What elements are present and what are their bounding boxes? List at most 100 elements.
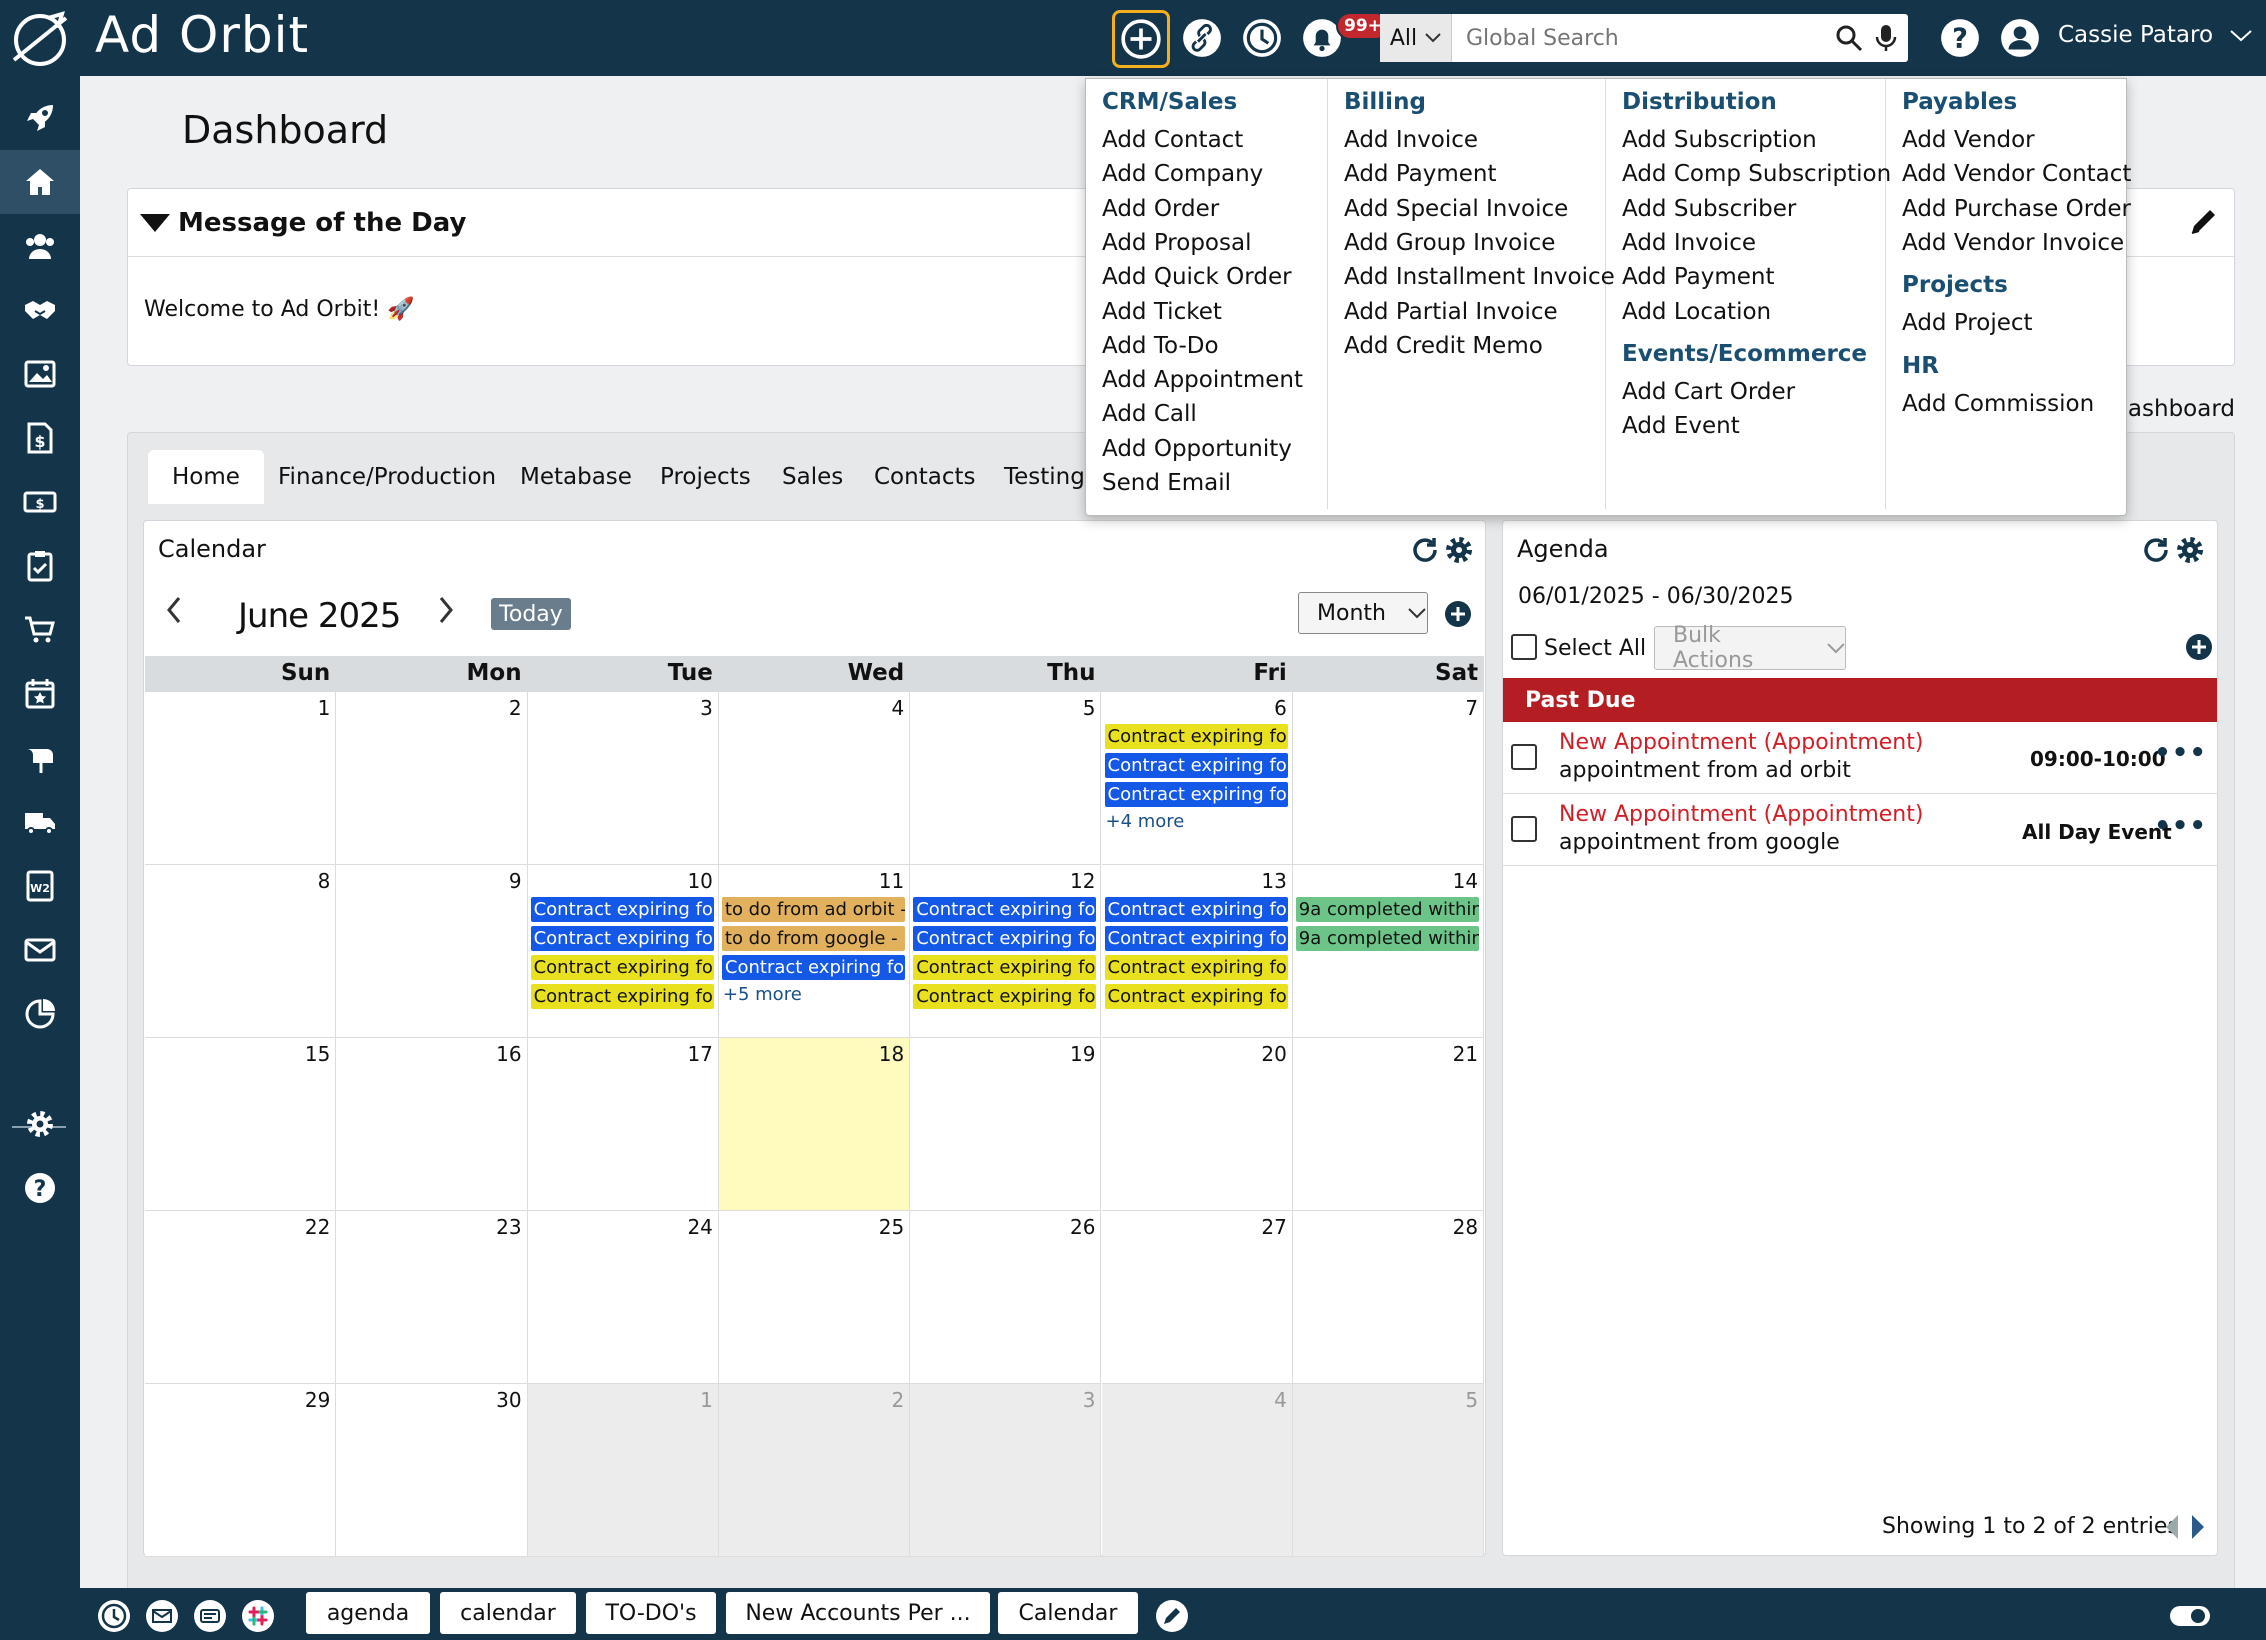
calendar-event[interactable]: Contract expiring for — [1104, 984, 1288, 1009]
calendar-event[interactable]: Contract expiring for — [913, 984, 1097, 1009]
calendar-day-cell[interactable]: 29 — [145, 1384, 337, 1557]
calendar-day-cell[interactable]: 6 Contract expiring for Contract expiring … — [1101, 692, 1293, 865]
sidebar-item-settings[interactable] — [0, 1092, 80, 1156]
sidebar-item-ecommerce[interactable] — [0, 598, 80, 662]
agenda-item-title[interactable]: New Appointment (Appointment) — [1559, 802, 1923, 827]
agenda-item-checkbox[interactable] — [1511, 816, 1537, 842]
calendar-day-cell[interactable]: 16 — [336, 1038, 528, 1211]
global-search-input[interactable] — [1452, 16, 1834, 60]
calendar-day-cell[interactable]: 1 — [527, 1384, 719, 1557]
calendar-day-cell[interactable]: 27 — [1101, 1211, 1293, 1384]
quick-add-item[interactable]: Add Special Invoice — [1344, 196, 1568, 222]
calendar-day-cell[interactable]: 3 — [910, 1384, 1102, 1557]
calendar-day-cell[interactable]: 30 — [336, 1384, 528, 1557]
help-button[interactable]: ? — [1934, 12, 1986, 64]
agenda-item-title[interactable]: New Appointment (Appointment) — [1559, 730, 1923, 755]
calendar-day-cell[interactable]: 23 — [336, 1211, 528, 1384]
agenda-date-range[interactable]: 06/01/2025 - 06/30/2025 — [1518, 584, 1794, 609]
agenda-item[interactable]: New Appointment (Appointment) appointmen… — [1503, 794, 2217, 866]
day-number[interactable]: 19 — [1070, 1042, 1095, 1066]
day-number[interactable]: 17 — [687, 1042, 712, 1066]
sidebar-item-distribution[interactable] — [0, 726, 80, 790]
day-number[interactable]: 5 — [1083, 696, 1096, 720]
calendar-day-cell[interactable]: 26 — [910, 1211, 1102, 1384]
tab-home[interactable]: Home — [148, 450, 264, 504]
quick-add-item[interactable]: Add Quick Order — [1102, 264, 1292, 290]
calendar-day-cell[interactable]: 22 — [145, 1211, 337, 1384]
calendar-day-cell[interactable]: 1 — [145, 692, 337, 865]
refresh-icon[interactable] — [1410, 535, 1440, 565]
quick-add-item[interactable]: Add Order — [1102, 196, 1219, 222]
recent-history-button[interactable] — [1236, 12, 1288, 64]
quick-add-item[interactable]: Add Installment Invoice — [1344, 264, 1615, 290]
calendar-event[interactable]: Contract expiring for — [1104, 753, 1288, 778]
quick-add-item[interactable]: Add Vendor Invoice — [1902, 230, 2124, 256]
select-all-checkbox[interactable] — [1511, 634, 1537, 660]
day-number[interactable]: 21 — [1453, 1042, 1478, 1066]
more-options-icon[interactable]: ••• — [2154, 738, 2207, 768]
sidebar-item-media[interactable] — [0, 342, 80, 406]
calendar-event[interactable]: Contract expiring for — [530, 955, 714, 980]
quick-add-item[interactable]: Add Call — [1102, 401, 1197, 427]
quick-add-item[interactable]: Add Proposal — [1102, 230, 1251, 256]
quick-add-item[interactable]: Add Partial Invoice — [1344, 299, 1558, 325]
quick-add-button[interactable] — [1112, 10, 1170, 68]
day-number[interactable]: 13 — [1261, 869, 1286, 893]
quick-add-item[interactable]: Add Vendor Contact — [1902, 161, 2131, 187]
day-number[interactable]: 26 — [1070, 1215, 1095, 1239]
day-number[interactable]: 2 — [509, 696, 522, 720]
day-number[interactable]: 8 — [318, 869, 331, 893]
calendar-day-cell[interactable]: 5 — [1292, 1384, 1485, 1557]
more-events-link[interactable]: +5 more — [723, 984, 802, 1005]
calendar-day-cell[interactable]: 20 — [1101, 1038, 1293, 1211]
quick-add-item[interactable]: Add Company — [1102, 161, 1263, 187]
more-options-icon[interactable]: ••• — [2154, 811, 2207, 841]
calendar-event[interactable]: Contract expiring for — [1104, 724, 1288, 749]
calendar-day-cell[interactable]: 24 — [527, 1211, 719, 1384]
day-number[interactable]: 25 — [879, 1215, 904, 1239]
calendar-day-cell[interactable]: 14 9a completed within a 9a completed with… — [1292, 865, 1485, 1038]
calendar-day-cell[interactable]: 5 — [910, 692, 1102, 865]
quick-add-item[interactable]: Add Location — [1622, 299, 1771, 325]
day-number[interactable]: 7 — [1465, 696, 1478, 720]
add-event-plus-icon[interactable] — [1443, 599, 1473, 629]
day-number[interactable]: 12 — [1070, 869, 1095, 893]
day-number[interactable]: 1 — [700, 1388, 713, 1412]
pencil-icon[interactable] — [2188, 205, 2220, 237]
bottom-tab-agenda[interactable]: agenda — [306, 1592, 430, 1634]
calendar-event[interactable]: Contract expiring for — [913, 897, 1097, 922]
calendar-event[interactable]: to do from google - F — [721, 926, 906, 951]
quick-add-item[interactable]: Add Cart Order — [1622, 379, 1795, 405]
sidebar-item-hr[interactable]: W2 — [0, 854, 80, 918]
day-number[interactable]: 9 — [509, 869, 522, 893]
calendar-event[interactable]: Contract expiring for — [721, 955, 906, 980]
tab-projects[interactable]: Projects — [636, 450, 775, 504]
calendar-view-select[interactable]: Month — [1298, 592, 1428, 634]
orbit-logo-icon[interactable] — [8, 8, 72, 68]
quick-add-item[interactable]: Add Invoice — [1622, 230, 1756, 256]
quick-add-item[interactable]: Add Contact — [1102, 127, 1243, 153]
calendar-day-cell[interactable]: 2 — [336, 692, 528, 865]
prev-month-button[interactable] — [164, 594, 184, 634]
calendar-day-cell[interactable]: 7 — [1292, 692, 1485, 865]
quick-add-item[interactable]: Add Payment — [1622, 264, 1775, 290]
next-month-button[interactable] — [436, 594, 456, 634]
day-number[interactable]: 3 — [700, 696, 713, 720]
bottom-tab-calendar-2[interactable]: Calendar — [998, 1592, 1138, 1634]
calendar-day-cell[interactable]: 13 Contract expiring for Contract expiring… — [1101, 865, 1293, 1038]
tab-contacts[interactable]: Contacts — [850, 450, 999, 504]
quick-add-item[interactable]: Add Ticket — [1102, 299, 1222, 325]
calendar-event[interactable]: 9a completed within a — [1295, 897, 1480, 922]
slack-icon[interactable] — [240, 1598, 276, 1634]
calendar-event[interactable]: Contract expiring for — [530, 984, 714, 1009]
day-number[interactable]: 4 — [891, 696, 904, 720]
calendar-day-cell[interactable]: 4 — [1101, 1384, 1293, 1557]
sidebar-item-contacts[interactable] — [0, 214, 80, 278]
calendar-event[interactable]: 9a completed within a — [1295, 926, 1480, 951]
day-number[interactable]: 30 — [496, 1388, 521, 1412]
user-menu[interactable]: Cassie Pataro — [2058, 22, 2253, 48]
gear-icon[interactable] — [1444, 535, 1474, 565]
links-button[interactable] — [1176, 12, 1228, 64]
day-number[interactable]: 23 — [496, 1215, 521, 1239]
calendar-event[interactable]: Contract expiring for — [1104, 897, 1288, 922]
